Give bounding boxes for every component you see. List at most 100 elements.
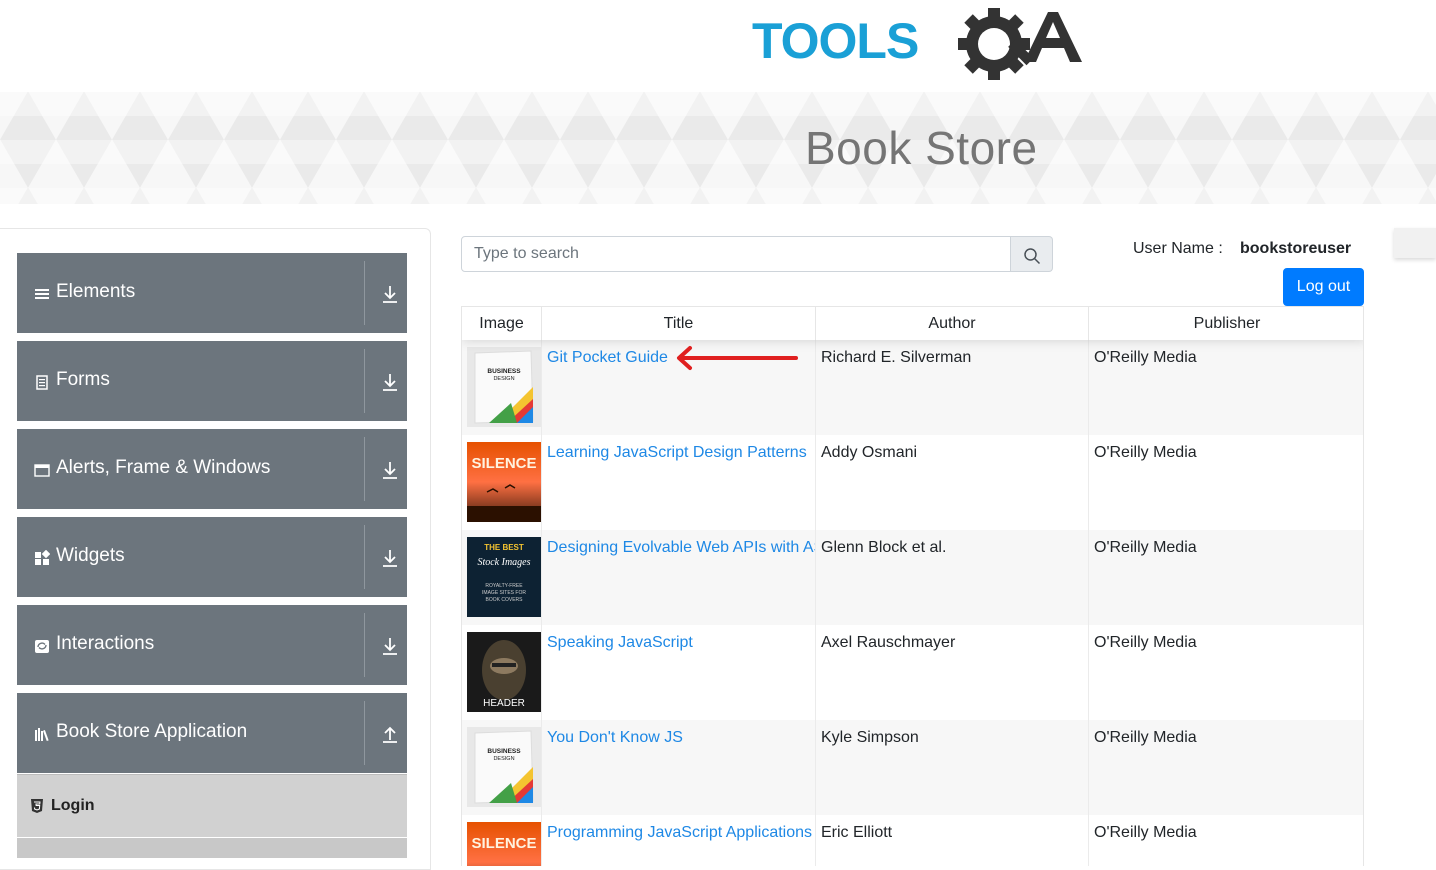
sidebar-group-label: Widgets xyxy=(56,545,125,566)
author-cell: Richard E. Silverman xyxy=(816,340,1089,435)
document-icon xyxy=(36,375,48,390)
sidebar-group-label: Elements xyxy=(56,281,136,302)
toolsqa-logo[interactable]: TOOLS xyxy=(752,8,1082,84)
book-publisher: O'Reilly Media xyxy=(1094,444,1197,461)
book-publisher: O'Reilly Media xyxy=(1094,634,1197,651)
group-divider xyxy=(364,261,365,325)
books-table: Image Title Author Publisher BUSINESS DE… xyxy=(461,306,1364,866)
table-row: THE BEST Stock Images ROYALTY-FREE IMAGE… xyxy=(462,530,1363,625)
search-input[interactable] xyxy=(461,236,1011,272)
publisher-cell: O'Reilly Media xyxy=(1089,625,1363,720)
image-cell: BUSINESS DESIGN xyxy=(462,720,542,815)
download-arrow-icon[interactable] xyxy=(380,547,400,569)
title-cell: Programming JavaScript Applications xyxy=(542,815,816,866)
book-cover-image: BUSINESS DESIGN xyxy=(467,347,541,427)
sidebar-group-alerts-frame-windows[interactable]: Alerts, Frame & Windows xyxy=(17,429,407,509)
book-author: Axel Rauschmayer xyxy=(821,634,956,651)
group-divider xyxy=(364,349,365,413)
book-cover-image: BUSINESS DESIGN xyxy=(467,727,541,807)
download-arrow-icon[interactable] xyxy=(380,459,400,481)
html5-icon xyxy=(31,799,43,813)
book-author: Eric Elliott xyxy=(821,824,893,841)
sidebar-group-label: Alerts, Frame & Windows xyxy=(56,457,271,478)
download-arrow-icon[interactable] xyxy=(380,283,400,305)
sidebar-item-label: Login xyxy=(51,797,95,814)
publisher-cell: O'Reilly Media xyxy=(1089,340,1363,435)
group-divider xyxy=(364,613,365,677)
publisher-cell: O'Reilly Media xyxy=(1089,530,1363,625)
floating-edge-tab[interactable] xyxy=(1394,228,1436,258)
book-cover-image: SILENCE xyxy=(467,442,541,522)
book-author: Glenn Block et al. xyxy=(821,539,947,556)
publisher-cell: O'Reilly Media xyxy=(1089,720,1363,815)
svg-text:SILENCE: SILENCE xyxy=(471,835,536,852)
sidebar-item-login[interactable]: Login xyxy=(17,774,407,837)
book-title-link[interactable]: Programming JavaScript Applications xyxy=(547,824,812,842)
author-cell: Axel Rauschmayer xyxy=(816,625,1089,720)
page-title: Book Store xyxy=(805,122,1038,174)
image-cell: SILENCE xyxy=(462,435,542,530)
group-divider xyxy=(364,701,365,765)
interactions-icon xyxy=(35,640,49,653)
sidebar-group-label: Interactions xyxy=(56,633,155,654)
table-row: HEADER Speaking JavaScript Axel Rauschma… xyxy=(462,625,1363,720)
book-title-link[interactable]: You Don't Know JS xyxy=(547,729,683,747)
download-arrow-icon[interactable] xyxy=(380,635,400,657)
book-title-link[interactable]: Learning JavaScript Design Patterns xyxy=(547,444,807,462)
group-divider xyxy=(364,525,365,589)
svg-text:THE BEST: THE BEST xyxy=(484,543,524,552)
sidebar-group-interactions[interactable]: Interactions xyxy=(17,605,407,685)
user-name-value: bookstoreuser xyxy=(1240,240,1352,257)
svg-text:BUSINESS: BUSINESS xyxy=(487,368,521,375)
user-name-label: User Name : xyxy=(1133,240,1223,257)
svg-text:Stock Images: Stock Images xyxy=(477,557,530,568)
book-title-link[interactable]: Git Pocket Guide xyxy=(547,349,668,367)
sidebar-group-label: Forms xyxy=(56,369,110,390)
table-header: Image Title Author Publisher xyxy=(462,307,1363,340)
logo-tools-text: TOOLS xyxy=(752,13,918,69)
sidebar-group-widgets[interactable]: Widgets xyxy=(17,517,407,597)
svg-text:HEADER: HEADER xyxy=(483,698,525,709)
download-arrow-icon[interactable] xyxy=(380,371,400,393)
book-cover-image: SILENCE xyxy=(467,822,541,866)
window-icon xyxy=(34,464,50,477)
book-author: Richard E. Silverman xyxy=(821,349,972,366)
upload-arrow-icon[interactable] xyxy=(380,723,400,745)
svg-text:DESIGN: DESIGN xyxy=(493,756,514,762)
column-header-publisher[interactable]: Publisher xyxy=(1089,307,1363,340)
sidebar-item-partial[interactable] xyxy=(17,838,407,858)
column-header-author[interactable]: Author xyxy=(816,307,1089,340)
sidebar-group-book-store-application[interactable]: Book Store Application xyxy=(17,693,407,773)
hamburger-icon xyxy=(35,289,49,299)
table-row: BUSINESS DESIGN Git Pocket Guide Richard… xyxy=(462,340,1363,435)
logout-button[interactable]: Log out xyxy=(1283,268,1364,306)
image-cell: THE BEST Stock Images ROYALTY-FREE IMAGE… xyxy=(462,530,542,625)
svg-text:IMAGE SITES FOR: IMAGE SITES FOR xyxy=(482,590,526,596)
title-cell: Designing Evolvable Web APIs with ASP.NE… xyxy=(542,530,816,625)
search-button[interactable] xyxy=(1011,236,1053,272)
column-header-image[interactable]: Image xyxy=(462,307,542,340)
svg-text:BOOK COVERS: BOOK COVERS xyxy=(486,597,524,603)
publisher-cell: O'Reilly Media xyxy=(1089,815,1363,866)
annotation-arrow-icon xyxy=(677,346,798,370)
image-cell: HEADER xyxy=(462,625,542,720)
book-publisher: O'Reilly Media xyxy=(1094,539,1197,556)
book-publisher: O'Reilly Media xyxy=(1094,729,1197,746)
author-cell: Glenn Block et al. xyxy=(816,530,1089,625)
author-cell: Addy Osmani xyxy=(816,435,1089,530)
book-title-link[interactable]: Speaking JavaScript xyxy=(547,634,693,652)
svg-text:DESIGN: DESIGN xyxy=(493,376,514,382)
book-cover-image: HEADER xyxy=(467,632,541,712)
sidebar-group-elements[interactable]: Elements xyxy=(17,253,407,333)
title-cell: Speaking JavaScript xyxy=(542,625,816,720)
svg-text:SILENCE: SILENCE xyxy=(471,455,536,472)
svg-text:BUSINESS: BUSINESS xyxy=(487,748,521,755)
title-cell: Learning JavaScript Design Patterns xyxy=(542,435,816,530)
book-title-link[interactable]: Designing Evolvable Web APIs with ASP.NE… xyxy=(547,539,815,557)
column-header-title[interactable]: Title xyxy=(542,307,816,340)
table-row: SILENCE Programming JavaScript Applicati… xyxy=(462,815,1363,866)
publisher-cell: O'Reilly Media xyxy=(1089,435,1363,530)
gear-icon xyxy=(958,8,1034,80)
book-cover-image: THE BEST Stock Images ROYALTY-FREE IMAGE… xyxy=(467,537,541,617)
sidebar-group-forms[interactable]: Forms xyxy=(17,341,407,421)
